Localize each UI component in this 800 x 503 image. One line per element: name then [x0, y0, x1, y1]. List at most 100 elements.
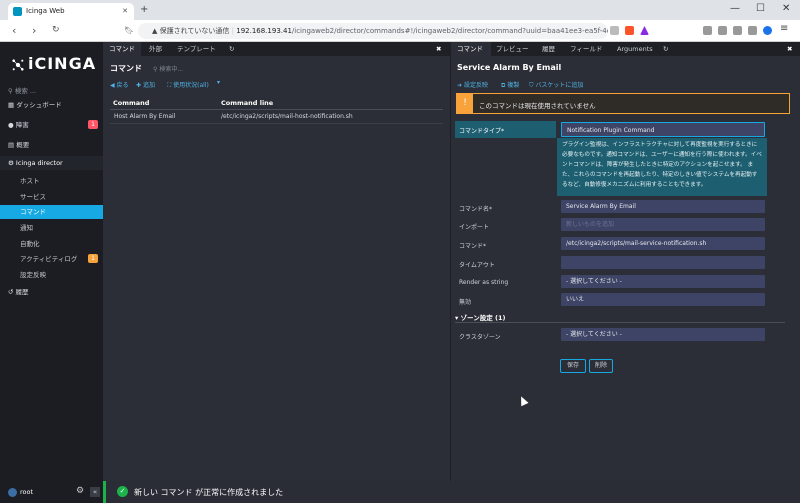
activity-log-badge: 1 [88, 254, 98, 263]
table-row[interactable]: Host Alarm By Email /etc/icinga2/scripts… [110, 110, 443, 124]
command-input[interactable]: /etc/icinga2/scripts/mail-service-notifi… [561, 237, 765, 250]
sidebar-item-director[interactable]: ⚙ Icinga director [0, 156, 103, 170]
sidebar-item-dashboard[interactable]: ▦ ダッシュボード [0, 98, 103, 112]
refresh-icon[interactable]: ↻ [229, 42, 234, 56]
wallet-icon[interactable] [733, 26, 742, 35]
icinga-favicon-icon [13, 7, 22, 16]
sidebar-item-hosts[interactable]: ホスト [0, 174, 103, 188]
leo-icon[interactable] [748, 26, 757, 35]
sidebar-item-services[interactable]: サービス [0, 190, 103, 204]
tab-fields[interactable]: フィールド [570, 42, 602, 56]
zone-section-toggle[interactable]: ▾ ゾーン設定 (1) [455, 312, 505, 322]
unused-warning: ! このコマンドは現在使用されていません [456, 93, 790, 114]
back-link[interactable]: ◀ 戻る [110, 80, 129, 89]
window-close-icon[interactable]: ✕ [782, 3, 790, 14]
command-type-select[interactable]: Notification Plugin Command [561, 122, 765, 137]
sidebar-item-commands[interactable]: コマンド [0, 205, 103, 219]
disabled-select[interactable]: いいえ [561, 293, 765, 306]
import-input[interactable]: 新しいものを追加 [561, 218, 765, 231]
vpn-icon[interactable] [763, 26, 772, 35]
notification-text: 新しい コマンド が正常に作成されました [134, 488, 284, 497]
forward-icon[interactable]: › [32, 24, 36, 37]
plus-icon: ✚ [136, 82, 143, 89]
save-button[interactable]: 保存 [560, 359, 586, 373]
gear-icon[interactable]: ⚙ [76, 486, 84, 496]
url-field[interactable]: ▲ 保護されていない通信 | 192.168.193.41/icingaweb2… [138, 23, 608, 39]
brave-shield-icon[interactable] [625, 26, 634, 35]
add-link-label: 追加 [142, 82, 155, 89]
page-title: Service Alarm By Email [457, 63, 562, 72]
close-pane-icon[interactable]: ✖ [787, 42, 792, 56]
rewards-icon[interactable] [640, 26, 649, 35]
command-list-pane: コマンド 外部 テンプレート ↻ ✖ コマンド ⚲ 検索中... ◀ 戻る ✚ … [103, 42, 450, 503]
sidebar-footer: root ⚙ « [0, 485, 103, 503]
column-header-command-line[interactable]: Command line [221, 99, 273, 107]
back-icon[interactable]: ‹ [12, 24, 16, 37]
icinga-logo-icon [12, 58, 24, 71]
command-name-label: コマンド名* [459, 206, 493, 213]
clone-link-label: 複製 [507, 82, 520, 89]
sidebar-item-label: 障害 [15, 121, 29, 129]
cluster-zone-select[interactable]: - 選択してください - [561, 328, 765, 341]
sidebar-search[interactable]: ⚲ 検索 ... [8, 85, 36, 95]
list-search[interactable]: ⚲ 検索中... [153, 64, 183, 73]
command-type-help: プラグイン監視は、インフラストラクチャに対して再度監視を実行するときに必要なもの… [557, 138, 767, 196]
command-name-input[interactable]: Service Alarm By Email [561, 200, 765, 213]
browser-tab[interactable]: Icinga Web ✕ [8, 3, 134, 20]
search-icon: ⚲ [8, 87, 15, 95]
minimize-icon[interactable]: — [730, 3, 740, 14]
share-icon[interactable] [610, 26, 619, 35]
clone-link[interactable]: ⧉ 複製 [501, 80, 519, 90]
more-chevron-icon[interactable]: ▾ [217, 79, 220, 86]
tab-commands[interactable]: コマンド [103, 42, 141, 56]
disabled-label: 無効 [459, 299, 472, 306]
delete-button[interactable]: 削除 [589, 359, 613, 373]
add-link[interactable]: ✚ 追加 [136, 80, 155, 89]
deploy-link[interactable]: ➜ 設定反映 [457, 80, 488, 89]
sidebar-search-input[interactable]: 検索 ... [15, 87, 36, 95]
alert-icon: ● [8, 121, 16, 129]
sidebar-item-label: コマンド [20, 208, 46, 216]
tab-command[interactable]: コマンド [451, 42, 491, 56]
sidebar-item-activity-log[interactable]: アクティビティログ 1 [0, 252, 103, 266]
refresh-icon[interactable]: ↻ [663, 42, 668, 56]
icinga-logo[interactable]: iCINGA [12, 54, 96, 73]
tab-preview[interactable]: プレビュー [496, 42, 529, 56]
sidebar-item-label: ダッシュボード [16, 101, 62, 109]
avatar[interactable] [8, 488, 17, 497]
sidebar-item-history[interactable]: ↺ 履歴 [0, 285, 103, 299]
close-tab-icon[interactable]: ✕ [122, 3, 128, 19]
usage-link[interactable]: ⛶ 使用状況(all) [167, 80, 209, 90]
basket-link[interactable]: ⛉ バスケットに追加 [529, 80, 583, 90]
username[interactable]: root [20, 488, 33, 496]
sidebar-item-overview[interactable]: ▤ 概要 [0, 138, 103, 152]
sidebar-item-notifications[interactable]: 通知 [0, 221, 103, 235]
timeout-input[interactable] [561, 256, 765, 269]
list-search-input[interactable]: 検索中... [159, 66, 183, 73]
tab-arguments[interactable]: Arguments [617, 42, 653, 56]
extension-icon[interactable] [703, 26, 712, 35]
maximize-icon[interactable]: ☐ [756, 3, 765, 14]
menu-icon[interactable]: ≡ [780, 23, 789, 34]
collapse-sidebar-icon[interactable]: « [90, 487, 100, 497]
column-header-command[interactable]: Command [113, 99, 149, 107]
tab-history[interactable]: 履歴 [542, 42, 555, 56]
address-bar: ‹ › ↻ 🔖︎ ▲ 保護されていない通信 | 192.168.193.41/i… [0, 20, 800, 42]
sidebar: iCINGA ⚲ 検索 ... ▦ ダッシュボード ● 障害 1 ▤ 概要 ⚙ I… [0, 42, 103, 503]
deploy-icon: ➜ [457, 82, 464, 89]
bookmark-icon[interactable]: 🔖︎ [124, 26, 134, 35]
tab-external[interactable]: 外部 [149, 42, 162, 56]
success-notification[interactable]: ✓ 新しい コマンド が正常に作成されました [103, 481, 800, 503]
sidebar-item-label: 履歴 [15, 288, 29, 296]
sidebar-item-problems[interactable]: ● 障害 1 [0, 118, 103, 132]
sidebar-toggle-icon[interactable] [718, 26, 727, 35]
tab-templates[interactable]: テンプレート [177, 42, 216, 56]
sidebar-item-automation[interactable]: 自動化 [0, 237, 103, 251]
reload-icon[interactable]: ↻ [52, 25, 60, 35]
sidebar-item-deploy[interactable]: 設定反映 [0, 268, 103, 282]
render-as-string-select[interactable]: - 選択してください - [561, 275, 765, 288]
cell-command-line: /etc/icinga2/scripts/mail-host-notificat… [221, 113, 353, 120]
new-tab-button[interactable]: + [140, 4, 148, 15]
history-icon: ↺ [8, 288, 16, 296]
close-pane-icon[interactable]: ✖ [436, 42, 441, 56]
